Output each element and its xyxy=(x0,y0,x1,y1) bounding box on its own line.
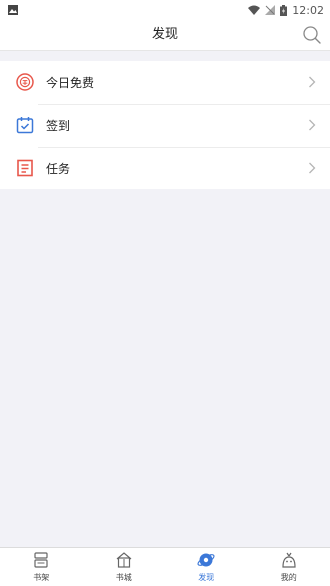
page-title: 发现 xyxy=(151,27,178,42)
battery-icon xyxy=(280,4,288,16)
menu-item-label: 签到 xyxy=(46,119,71,133)
tab-discover[interactable]: 发现 xyxy=(165,548,248,586)
menu-item-label: 任务 xyxy=(46,162,71,176)
chevron-right-icon xyxy=(309,119,316,131)
menu-item-free-today[interactable]: 今日免费 xyxy=(0,61,330,104)
no-signal-icon xyxy=(265,5,276,15)
tab-bookstore[interactable]: 书城 xyxy=(83,548,166,586)
image-notification-icon xyxy=(8,5,18,15)
bookshelf-icon xyxy=(34,552,48,568)
task-list-icon xyxy=(17,159,33,177)
chevron-right-icon xyxy=(309,76,316,88)
search-icon[interactable] xyxy=(302,25,322,45)
free-today-icon xyxy=(16,73,34,91)
menu-item-tasks[interactable]: 任务 xyxy=(0,147,330,190)
menu-item-checkin[interactable]: 签到 xyxy=(0,104,330,147)
tab-label: 书城 xyxy=(115,573,132,582)
chevron-right-icon xyxy=(309,162,316,174)
bottom-tab-bar: 书架 书城 发现 我的 xyxy=(0,547,330,586)
page-header: 发现 xyxy=(0,20,330,51)
bookstore-icon xyxy=(116,552,132,568)
tab-bookshelf[interactable]: 书架 xyxy=(0,548,83,586)
wifi-icon xyxy=(248,5,261,15)
checkin-calendar-icon xyxy=(16,117,34,134)
profile-icon xyxy=(282,552,296,568)
tab-profile[interactable]: 我的 xyxy=(248,548,330,586)
status-time: 12:02 xyxy=(292,3,324,17)
discover-icon xyxy=(197,553,215,567)
tab-label: 发现 xyxy=(198,573,215,582)
tab-label: 我的 xyxy=(280,573,297,582)
discover-menu: 今日免费 签到 任务 xyxy=(0,61,330,189)
status-icons: 12:02 xyxy=(248,4,324,17)
status-bar: 12:02 xyxy=(0,0,330,20)
tab-label: 书架 xyxy=(33,573,50,582)
menu-item-label: 今日免费 xyxy=(46,76,95,90)
